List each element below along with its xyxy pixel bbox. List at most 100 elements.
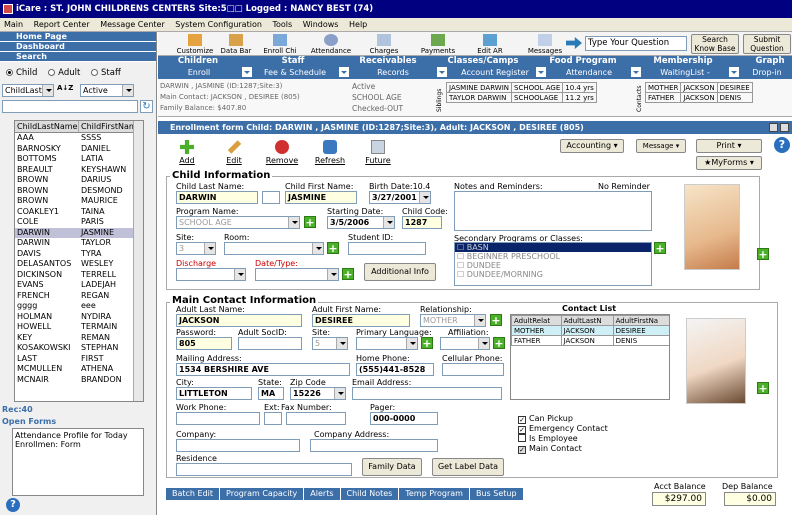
- tab-receivables[interactable]: Receivables: [348, 56, 428, 67]
- table-row[interactable]: DARWIN JASMINE: [15, 227, 143, 238]
- add-program-icon[interactable]: +: [304, 216, 316, 228]
- search-input[interactable]: [2, 100, 138, 113]
- chevron-down-icon[interactable]: [339, 67, 349, 77]
- mailing-address-field[interactable]: 1534 BERSHIRE AVE: [176, 363, 350, 376]
- subtab-fee-schedule[interactable]: Fee & Schedule: [254, 67, 336, 79]
- add-affiliation-icon[interactable]: +: [493, 337, 505, 349]
- tab-batch-edit[interactable]: Batch Edit: [166, 488, 220, 500]
- subtab-drop-in[interactable]: Drop-in: [742, 67, 792, 79]
- table-row[interactable]: AAA SSSS: [15, 133, 143, 144]
- menu-system-configuration[interactable]: System Configuration: [171, 18, 266, 32]
- work-phone-field[interactable]: [176, 412, 260, 425]
- table-row[interactable]: BREAULT KEYSHAWN: [15, 165, 143, 176]
- customize-button[interactable]: Customize: [174, 34, 216, 55]
- contact-site-select[interactable]: 5: [312, 337, 348, 350]
- notes-field[interactable]: [454, 191, 652, 231]
- main-contact-checkbox[interactable]: ✓ Main Contact: [518, 444, 608, 454]
- zip-code-field[interactable]: 15226: [290, 387, 346, 400]
- additional-info-button[interactable]: Additional Info: [364, 263, 436, 281]
- tab-graph[interactable]: Graph: [748, 56, 792, 67]
- adult-first-name-field[interactable]: DESIREE: [312, 314, 410, 327]
- status-select[interactable]: Active: [80, 84, 134, 97]
- ext-field[interactable]: [264, 412, 282, 425]
- refresh-icon[interactable]: ↻: [140, 100, 153, 113]
- minimize-icon[interactable]: [769, 123, 778, 132]
- add-discharge-type-icon[interactable]: +: [342, 268, 354, 280]
- adult-photo[interactable]: [686, 318, 746, 404]
- tab-children[interactable]: Children: [158, 56, 238, 67]
- site-select[interactable]: 3: [176, 242, 216, 255]
- pager-field[interactable]: 000-0000: [370, 412, 438, 425]
- home-phone-field[interactable]: (555)441-8528: [356, 363, 434, 376]
- chevron-down-icon[interactable]: [729, 67, 739, 77]
- chevron-down-icon[interactable]: [437, 67, 447, 77]
- get-label-data-button[interactable]: Get Label Data: [432, 458, 504, 476]
- add-room-icon[interactable]: +: [327, 242, 339, 254]
- chevron-down-icon[interactable]: [242, 67, 252, 77]
- table-row[interactable]: HOWELL TERMAIN: [15, 322, 143, 333]
- list-item[interactable]: ☐ DUNDEE: [455, 261, 651, 270]
- submit-question-button[interactable]: Submit Question: [743, 34, 791, 54]
- table-row[interactable]: DAVIS TYRA: [15, 249, 143, 260]
- tab-child-notes[interactable]: Child Notes: [340, 488, 399, 500]
- myforms-button[interactable]: ★MyForms ▾: [696, 156, 762, 170]
- child-last-name-field[interactable]: DARWIN: [176, 191, 258, 204]
- table-row[interactable]: DELASANTOS WESLEY: [15, 259, 143, 270]
- table-row[interactable]: MCMULLEN ATHENA: [15, 364, 143, 375]
- discharge-date-field[interactable]: [176, 268, 246, 281]
- tab-staff[interactable]: Staff: [253, 56, 333, 67]
- subtab-records[interactable]: Records: [352, 67, 434, 79]
- open-form-item[interactable]: Enrollmen: Form: [15, 440, 141, 449]
- table-row[interactable]: DICKINSON TERRELL: [15, 270, 143, 281]
- refresh-button[interactable]: Refresh: [310, 140, 350, 165]
- edit-ar-button[interactable]: Edit AR: [470, 34, 510, 55]
- table-row[interactable]: KOSAKOWSKI STEPHAN: [15, 343, 143, 354]
- can-pickup-checkbox[interactable]: ✓ Can Pickup: [518, 414, 608, 424]
- help-icon[interactable]: ?: [774, 137, 790, 153]
- is-employee-checkbox[interactable]: Is Employee: [518, 434, 608, 444]
- messages-button[interactable]: Messages: [524, 34, 566, 55]
- room-select[interactable]: [224, 242, 324, 255]
- table-row[interactable]: FATHER JACKSON DENIS: [511, 335, 669, 346]
- home-page-button[interactable]: Home Page: [0, 32, 156, 42]
- add-button[interactable]: Add: [167, 140, 207, 165]
- close-icon[interactable]: [780, 123, 789, 132]
- message-button[interactable]: Message ▾: [636, 139, 686, 153]
- starting-date-field[interactable]: 3/5/2006: [327, 216, 395, 229]
- chevron-down-icon[interactable]: [631, 67, 641, 77]
- table-row[interactable]: BROWN DESMOND: [15, 186, 143, 197]
- table-row[interactable]: FATHER JACKSON DENIS: [644, 92, 753, 103]
- dashboard-button[interactable]: Dashboard: [0, 42, 156, 52]
- radio-adult[interactable]: [48, 69, 56, 76]
- tab-food-program[interactable]: Food Program: [538, 56, 628, 67]
- menu-report-center[interactable]: Report Center: [30, 18, 94, 32]
- list-item[interactable]: ☐ BEGINNER PRESCHOOL: [455, 252, 651, 261]
- question-input[interactable]: Type Your Question: [585, 36, 687, 51]
- search-button[interactable]: Search: [0, 52, 156, 62]
- company-address-field[interactable]: [310, 439, 438, 452]
- subtab-waitinglist[interactable]: WaitingList -: [644, 67, 726, 79]
- sort-az-icon[interactable]: A↓Z: [57, 84, 77, 97]
- add-relationship-icon[interactable]: +: [490, 314, 502, 326]
- discharge-type-select[interactable]: [255, 268, 339, 281]
- primary-language-select[interactable]: [356, 337, 418, 350]
- help-icon[interactable]: ?: [6, 498, 20, 512]
- table-row[interactable]: BOTTOMS LATIA: [15, 154, 143, 165]
- cellular-phone-field[interactable]: [442, 363, 504, 376]
- future-button[interactable]: Future: [358, 140, 398, 165]
- tab-program-capacity[interactable]: Program Capacity: [220, 488, 304, 500]
- add-adult-photo-icon[interactable]: +: [757, 382, 769, 394]
- list-item[interactable]: ☐ BASN: [455, 243, 651, 252]
- charges-button[interactable]: Charges: [364, 34, 404, 55]
- student-id-field[interactable]: [348, 242, 426, 255]
- child-code-field[interactable]: 1287: [402, 216, 442, 229]
- adult-socid-field[interactable]: [238, 337, 302, 350]
- adult-last-name-field[interactable]: JACKSON: [176, 314, 302, 327]
- child-photo[interactable]: [684, 184, 740, 270]
- menu-help[interactable]: Help: [345, 18, 371, 32]
- attendance-button[interactable]: Attendance: [308, 34, 354, 55]
- accounting-button[interactable]: Accounting ▾: [560, 139, 624, 153]
- program-name-select[interactable]: SCHOOL AGE: [176, 216, 300, 229]
- child-list-scrollbar[interactable]: [133, 121, 143, 401]
- table-row[interactable]: JASMINE DARWIN SCHOOL AGE 10.4 yrs: [445, 82, 597, 93]
